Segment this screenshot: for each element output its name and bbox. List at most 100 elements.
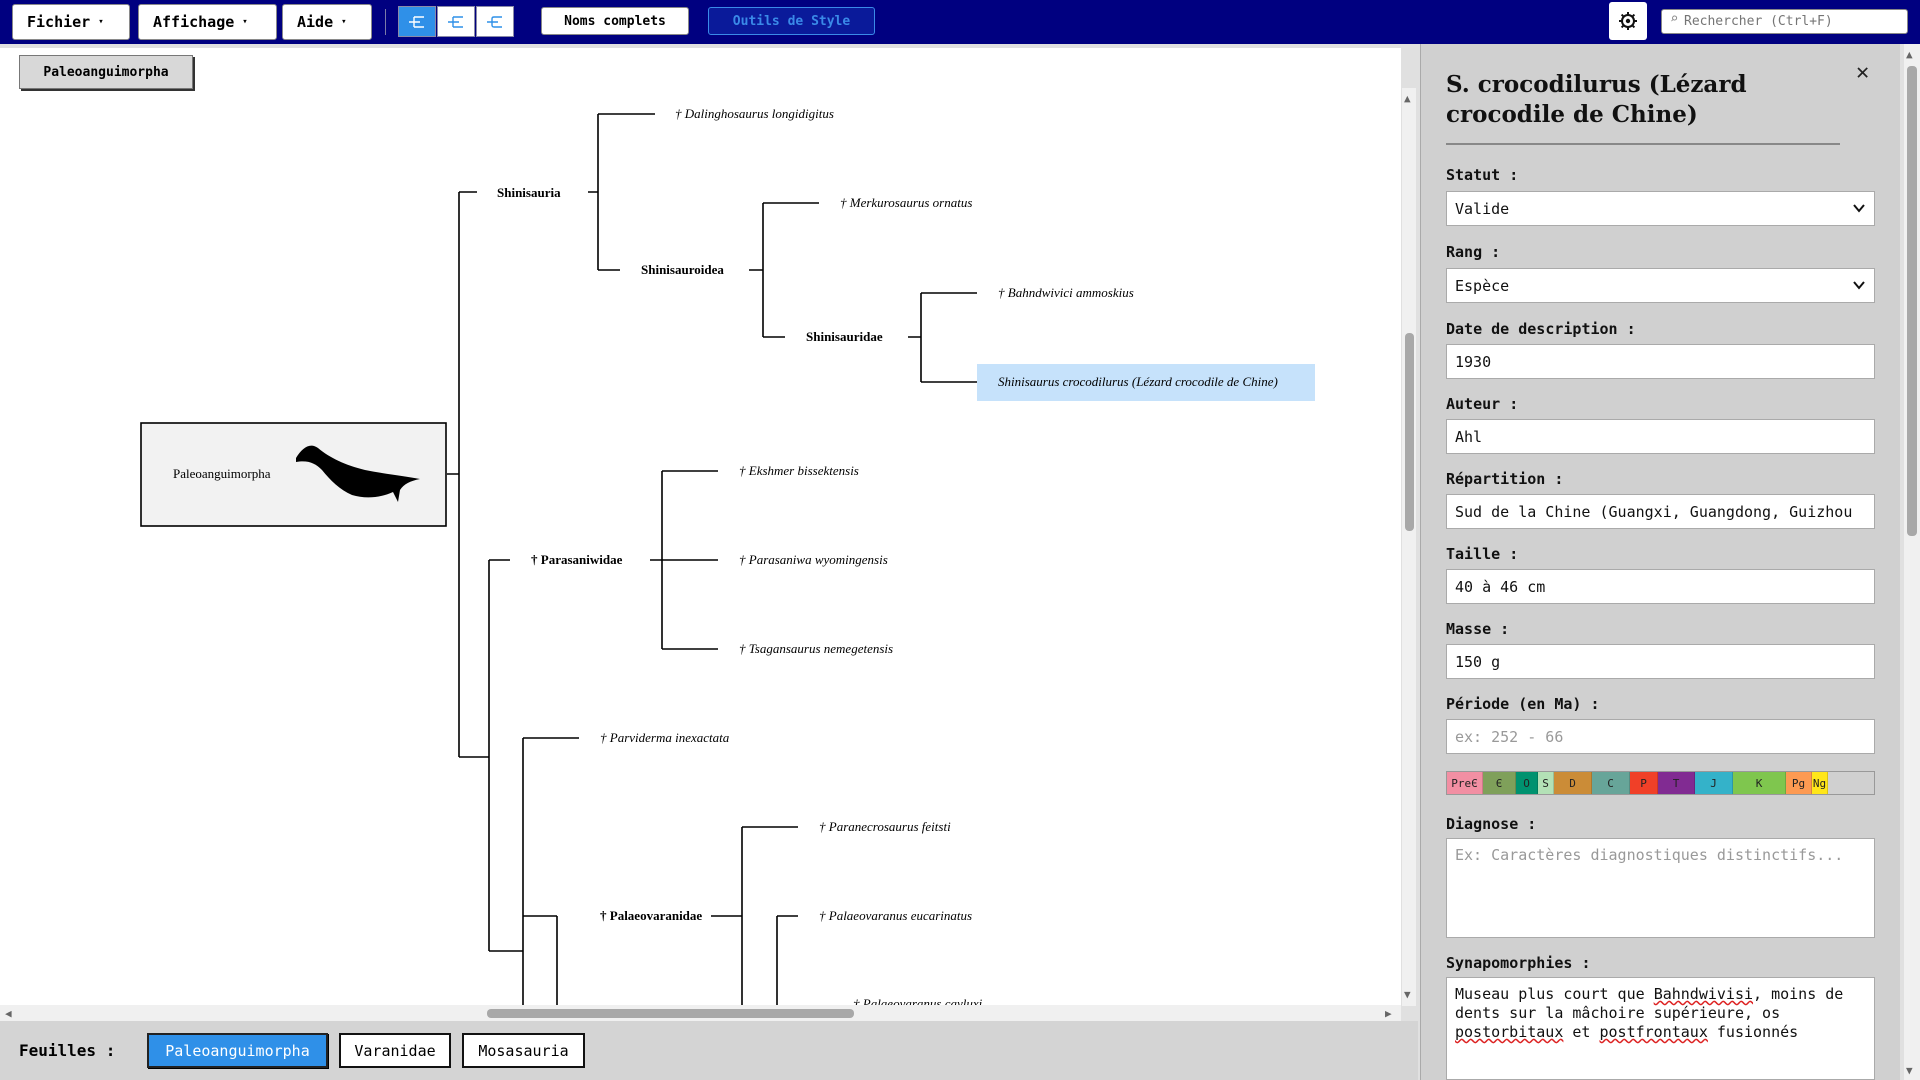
sheet-tab-mosasauria[interactable]: Mosasauria — [462, 1033, 585, 1068]
status-label: Statut : — [1446, 166, 1519, 184]
clade-label[interactable]: Shinisauridae — [806, 329, 883, 344]
diagnosis-textarea[interactable]: Ex: Caractères diagnostiques distinctifs… — [1446, 838, 1875, 938]
rank-value: Espèce — [1455, 276, 1510, 295]
leaf-label[interactable]: † Palaeovaranus eucarinatus — [819, 908, 972, 923]
scroll-up-icon[interactable]: ▲ — [1906, 48, 1913, 61]
leaf-label[interactable]: † Dalinghosaurus longidigitus — [675, 106, 834, 121]
layout-indented-button[interactable] — [437, 6, 475, 37]
help-menu-label: Aide — [297, 13, 334, 31]
period-segment[interactable]: Є — [1483, 772, 1516, 794]
period-segment[interactable]: D — [1554, 772, 1592, 794]
file-menu-button[interactable]: Fichier ▾ — [12, 4, 130, 40]
view-menu-button[interactable]: Affichage ▾ — [138, 4, 277, 40]
tree-branches — [447, 113, 977, 1005]
leaf-label[interactable]: † Tsagansaurus nemegetensis — [739, 641, 893, 656]
sheet-tab-paleoanguimorpha[interactable]: Paleoanguimorpha — [147, 1033, 328, 1068]
spellcheck-word: postfrontaux — [1599, 1023, 1708, 1041]
mass-field[interactable]: 150 g — [1446, 644, 1875, 679]
scroll-down-icon[interactable]: ▼ — [1404, 988, 1411, 1001]
status-select[interactable]: Valide — [1446, 191, 1875, 226]
leaf-label-selected[interactable]: Shinisaurus crocodilurus (Lézard crocodi… — [998, 374, 1278, 389]
period-label: Période (en Ma) : — [1446, 695, 1600, 713]
author-label: Auteur : — [1446, 395, 1519, 413]
title-divider — [1446, 143, 1840, 145]
leaf-label[interactable]: † Ekshmer bissektensis — [739, 463, 859, 478]
rank-label: Rang : — [1446, 243, 1501, 261]
author-field[interactable]: Ahl — [1446, 419, 1875, 454]
gear-icon — [1619, 12, 1637, 30]
chevron-down-icon: ▾ — [341, 17, 347, 27]
period-segment[interactable]: T — [1658, 772, 1695, 794]
chevron-down-icon: ▾ — [98, 17, 104, 27]
geologic-period-bar: PreЄ Є O S D C P T J K Pg Ng — [1446, 771, 1875, 795]
clade-label[interactable]: † Parasaniwidae — [531, 552, 623, 567]
leaf-label[interactable]: † Merkurosaurus ornatus — [840, 195, 972, 210]
chevron-down-icon — [1853, 204, 1865, 213]
synapomorphies-textarea[interactable]: Museau plus court que Bahndwivisi, moins… — [1446, 977, 1875, 1080]
view-menu-label: Affichage — [153, 13, 235, 31]
diagnosis-label: Diagnose : — [1446, 815, 1537, 833]
layout-rectangular-button[interactable] — [398, 6, 436, 37]
distribution-label: Répartition : — [1446, 470, 1564, 488]
settings-button[interactable] — [1609, 2, 1647, 40]
chevron-down-icon: ▾ — [242, 17, 248, 27]
file-menu-label: Fichier — [27, 13, 91, 31]
canvas-horizontal-scroll-thumb[interactable] — [487, 1009, 854, 1018]
synapo-text: fusionnés — [1707, 1023, 1799, 1041]
tree-layout-icon — [409, 15, 424, 28]
rank-select[interactable]: Espèce — [1446, 268, 1875, 303]
synapo-text: Museau plus court que — [1455, 985, 1654, 1003]
canvas-vertical-scrollbar[interactable] — [1402, 88, 1416, 1006]
leaf-label[interactable]: † Parasaniwa wyomingensis — [739, 552, 888, 567]
date-field[interactable]: 1930 — [1446, 344, 1875, 379]
size-field[interactable]: 40 à 46 cm — [1446, 569, 1875, 604]
root-clade-label: Paleoanguimorpha — [173, 466, 271, 481]
period-segment[interactable]: O — [1516, 772, 1538, 794]
phylogenetic-tree: Paleoanguimorpha Shinisauria Shinisauroi… — [140, 106, 1315, 1005]
leaf-label[interactable]: † Palaeovaranus cayluxi — [853, 996, 983, 1005]
canvas-vertical-scroll-thumb[interactable] — [1405, 333, 1414, 531]
period-segment[interactable]: S — [1538, 772, 1554, 794]
scroll-left-icon[interactable]: ◀ — [5, 1007, 12, 1020]
scroll-down-icon[interactable]: ▼ — [1906, 1064, 1913, 1077]
period-segment[interactable]: P — [1630, 772, 1658, 794]
tree-layout-icon — [487, 15, 502, 28]
synapomorphies-label: Synapomorphies : — [1446, 954, 1591, 972]
clade-label[interactable]: Shinisauria — [497, 185, 561, 200]
style-tools-button[interactable]: Outils de Style — [708, 7, 875, 35]
spellcheck-word: postorbitaux — [1455, 1023, 1564, 1041]
scroll-right-icon[interactable]: ▶ — [1385, 1007, 1392, 1020]
status-value: Valide — [1455, 199, 1510, 218]
chevron-down-icon — [1853, 281, 1865, 290]
distribution-field[interactable]: Sud de la Chine (Guangxi, Guangdong, Gui… — [1446, 494, 1875, 529]
size-label: Taille : — [1446, 545, 1519, 563]
mass-label: Masse : — [1446, 620, 1510, 638]
toolbar-divider — [385, 9, 386, 35]
help-menu-button[interactable]: Aide ▾ — [282, 4, 372, 40]
search-icon: ⌕ — [1670, 11, 1679, 27]
panel-scroll-thumb[interactable] — [1907, 66, 1917, 536]
period-segment[interactable]: Pg — [1786, 772, 1812, 794]
clade-label[interactable]: Shinisauroidea — [641, 262, 724, 277]
synapo-text: et — [1563, 1023, 1600, 1041]
period-segment[interactable]: PreЄ — [1447, 772, 1483, 794]
period-segment[interactable]: C — [1592, 772, 1630, 794]
sheets-label: Feuilles : — [19, 1041, 116, 1060]
tree-layout-icon — [448, 15, 463, 28]
spellcheck-word: Bahndwivisi — [1653, 985, 1754, 1003]
leaf-label[interactable]: † Paranecrosaurus feitsti — [819, 819, 951, 834]
period-segment[interactable]: K — [1733, 772, 1786, 794]
period-segment[interactable]: Ng — [1812, 772, 1828, 794]
layout-rounded-button[interactable] — [476, 6, 514, 37]
full-names-button[interactable]: Noms complets — [541, 7, 689, 35]
leaf-label[interactable]: † Bahndwivici ammoskius — [998, 285, 1134, 300]
sheet-tab-varanidae[interactable]: Varanidae — [339, 1033, 451, 1068]
scroll-up-icon[interactable]: ▲ — [1404, 92, 1411, 105]
period-field[interactable]: ex: 252 - 66 — [1446, 719, 1875, 754]
panel-title: S. crocodilurus (Lézard crocodile de Chi… — [1446, 71, 1747, 128]
search-input[interactable] — [1661, 9, 1908, 34]
period-segment[interactable]: J — [1695, 772, 1733, 794]
close-icon[interactable]: ✕ — [1856, 60, 1869, 85]
clade-label[interactable]: † Palaeovaranidae — [600, 908, 702, 923]
leaf-label[interactable]: † Parviderma inexactata — [600, 730, 730, 745]
